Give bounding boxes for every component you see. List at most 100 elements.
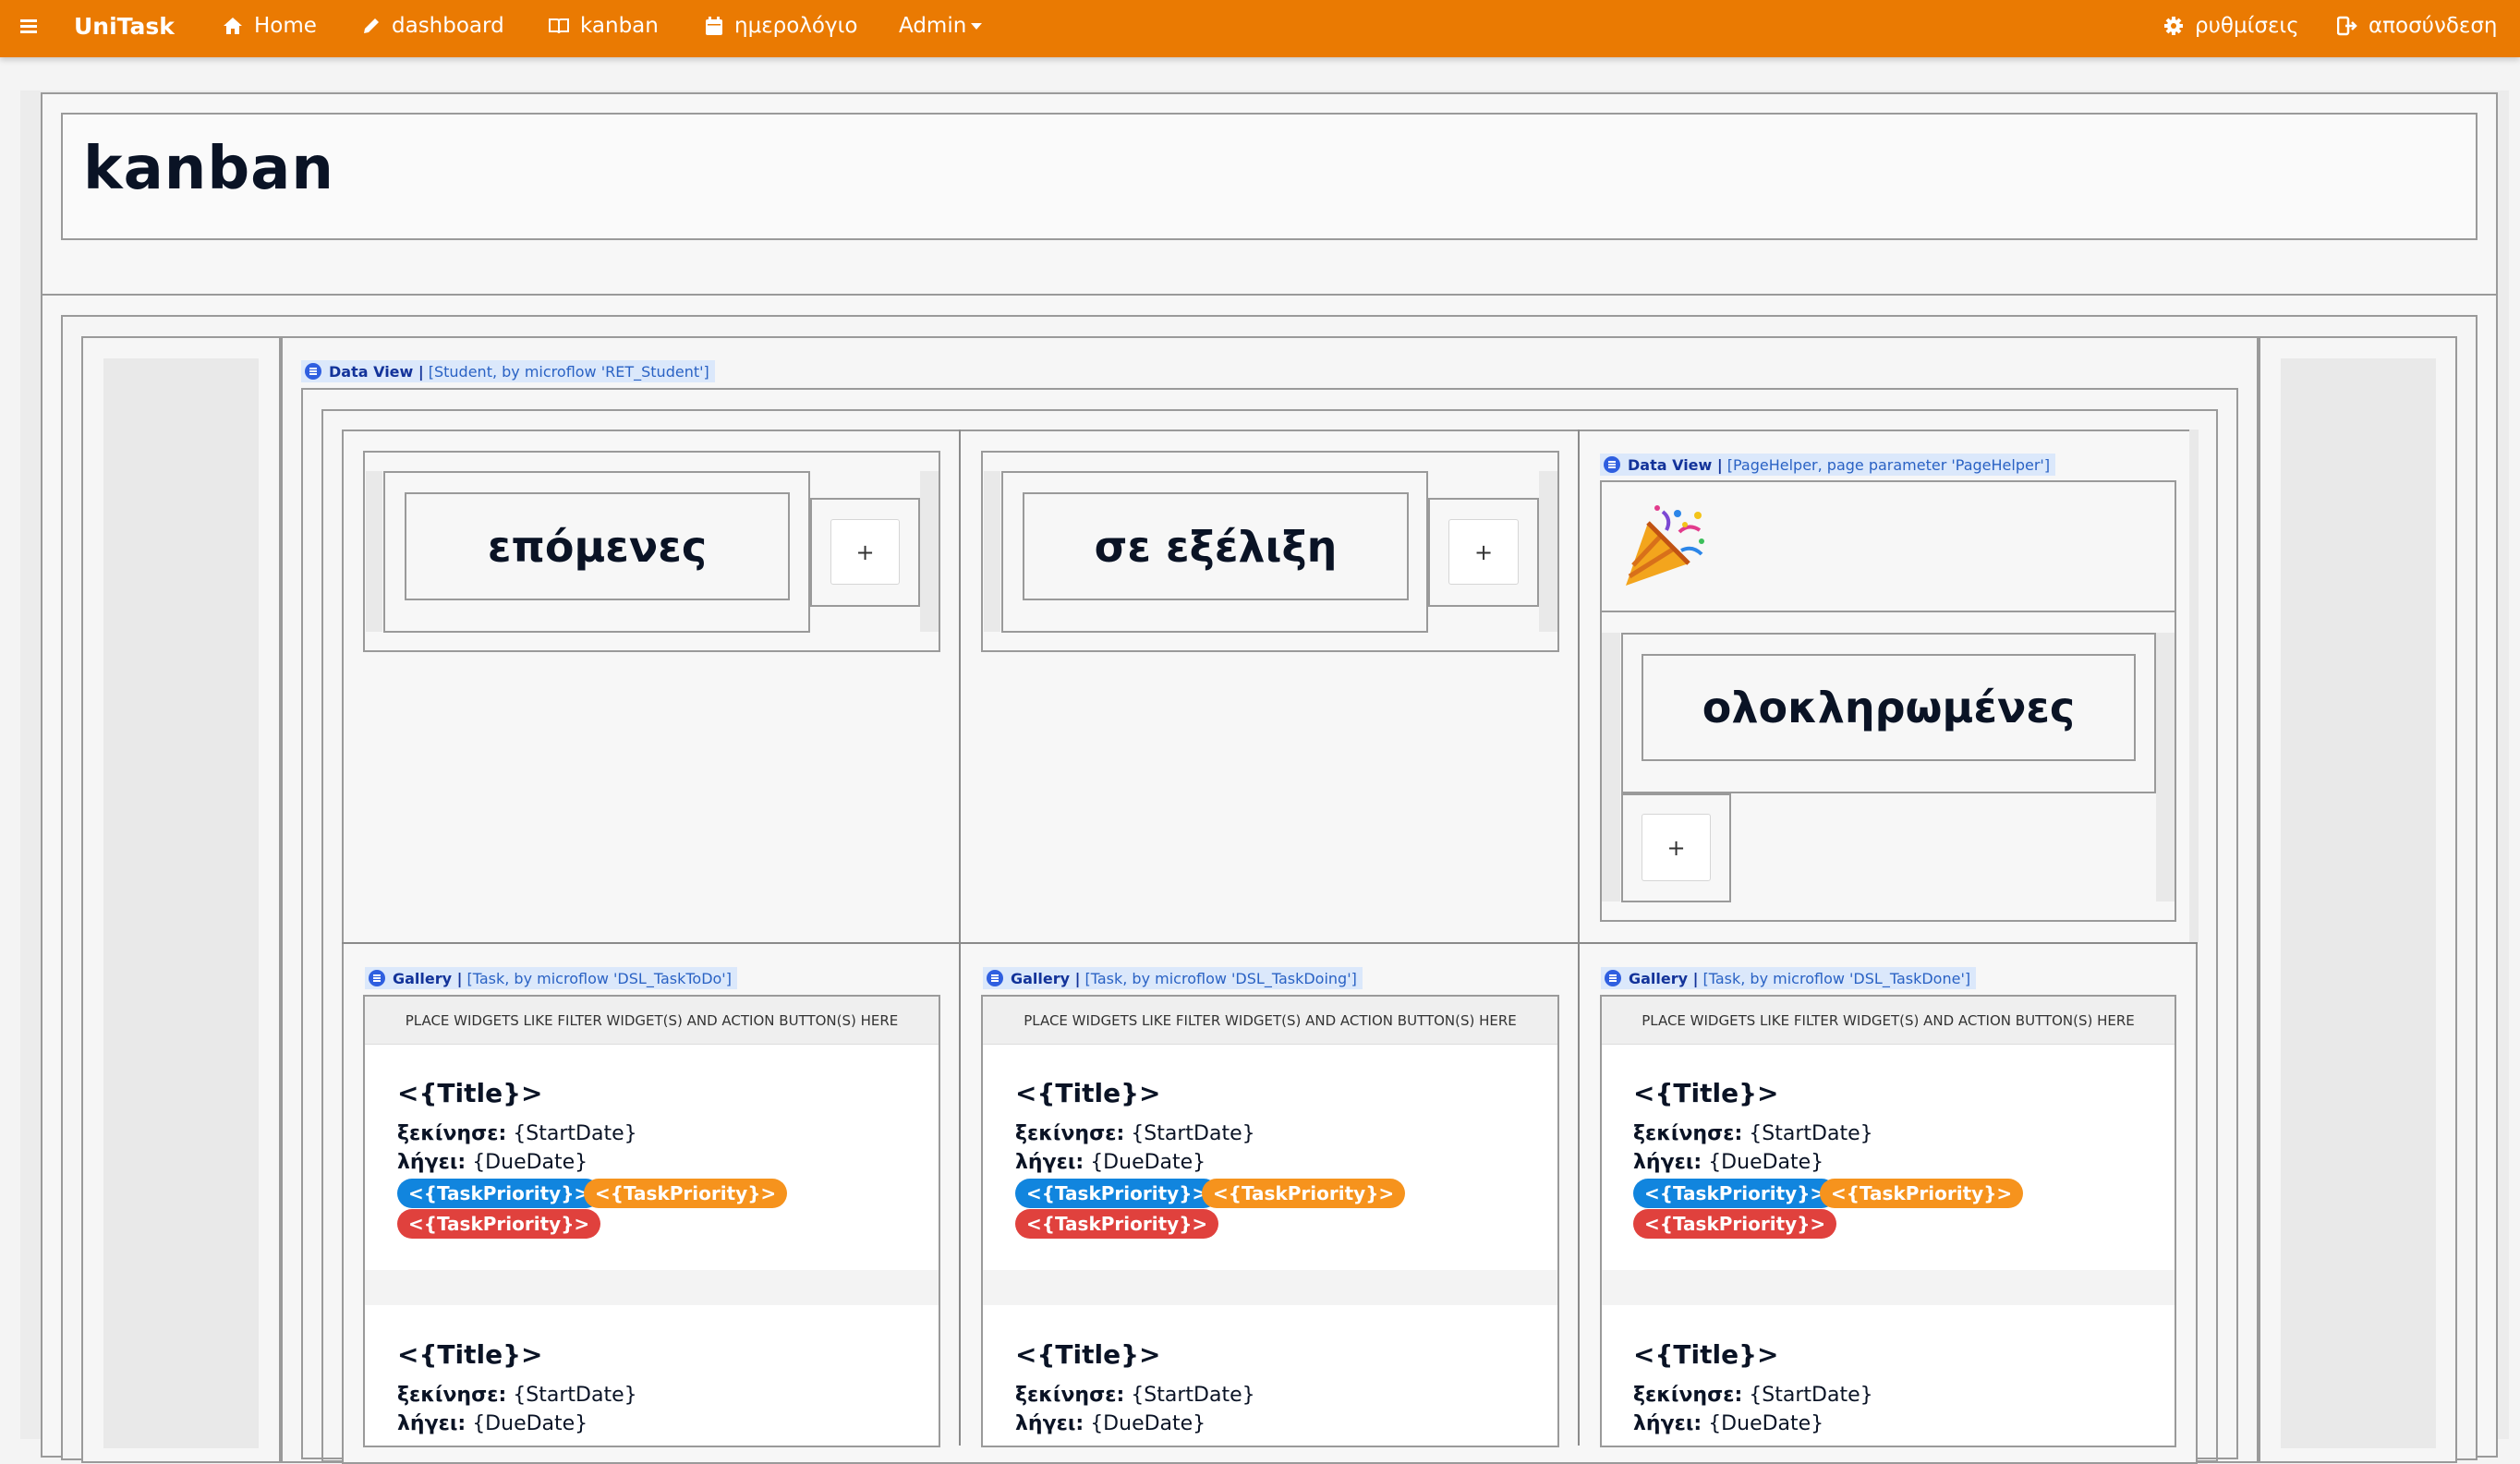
- gallery-item-separator: [1602, 1270, 2175, 1305]
- task-due-line: λήγει: {DueDate}: [397, 1151, 588, 1174]
- task-due-line: λήγει: {DueDate}: [1015, 1412, 1205, 1435]
- gallery-tag-todo: Gallery | [Task, by microflow 'DSL_TaskTo…: [365, 967, 737, 989]
- nav-settings[interactable]: ρυθμίσεις: [2163, 0, 2299, 52]
- brand-logo[interactable]: UniTask: [74, 0, 175, 52]
- due-value: {DueDate}: [1708, 1151, 1824, 1174]
- sign-out-icon: [2337, 16, 2357, 36]
- priority-badge-orange: <{TaskPriority}>: [1820, 1179, 2024, 1208]
- start-label: ξεκίνησε:: [1633, 1122, 1743, 1145]
- nav-calendar-label: ημερολόγιο: [734, 14, 858, 38]
- priority-badge-orange: <{TaskPriority}>: [584, 1179, 788, 1208]
- nav-logout[interactable]: αποσύνδεση: [2337, 0, 2497, 52]
- task-due-line: λήγει: {DueDate}: [1633, 1412, 1823, 1435]
- nav-admin-label: Admin: [899, 14, 967, 38]
- task-start-line: ξεκίνησε: {StartDate}: [397, 1384, 637, 1407]
- dataview-pagehelper-tag: Data View | [PageHelper, page parameter '…: [1600, 454, 2056, 476]
- nav-admin-dropdown[interactable]: Admin: [899, 0, 983, 52]
- book-icon: [549, 18, 569, 34]
- gallery-header-doing: PLACE WIDGETS LIKE FILTER WIDGET(S) AND …: [983, 997, 1557, 1045]
- gallery-source: [Task, by microflow 'DSL_TaskDoing']: [1084, 969, 1357, 987]
- column-title-todo: επόμενες: [405, 492, 790, 600]
- due-value: {DueDate}: [1090, 1151, 1206, 1174]
- due-value: {DueDate}: [1708, 1412, 1824, 1435]
- nav-kanban[interactable]: kanban: [549, 0, 659, 52]
- scroll-gutter: [1602, 633, 1620, 901]
- task-due-line: λήγει: {DueDate}: [397, 1412, 588, 1435]
- celebration-area: [1602, 482, 2175, 611]
- gallery-tag-done: Gallery | [Task, by microflow 'DSL_TaskDo…: [1601, 967, 1977, 989]
- dataview-pagehelper-kind: Data View |: [1628, 455, 1723, 474]
- gallery-item-separator: [365, 1270, 939, 1305]
- caret-down-icon: [971, 22, 983, 30]
- right-side-placeholder: [2281, 358, 2436, 1448]
- column-title-done: ολοκληρωμένες: [1642, 654, 2136, 761]
- priority-badge-orange: <{TaskPriority}>: [1202, 1179, 1406, 1208]
- start-value: {StartDate}: [1749, 1122, 1873, 1145]
- gallery-source: [Task, by microflow 'DSL_TaskToDo']: [466, 969, 732, 987]
- hamburger-icon[interactable]: [20, 0, 48, 52]
- gallery-header-done: PLACE WIDGETS LIKE FILTER WIDGET(S) AND …: [1602, 997, 2175, 1045]
- nav-settings-label: ρυθμίσεις: [2195, 14, 2299, 38]
- gallery-kind: Gallery |: [1011, 969, 1081, 987]
- dataview-student-tag: Data View | [Student, by microflow 'RET_S…: [301, 360, 715, 382]
- due-label: λήγει:: [1633, 1412, 1702, 1435]
- dataview-icon: [1604, 456, 1620, 473]
- dataview-pagehelper-source: [PageHelper, page parameter 'PageHelper'…: [1726, 455, 2051, 474]
- task-title[interactable]: <{Title}>: [1633, 1339, 1778, 1370]
- gallery-kind: Gallery |: [1629, 969, 1699, 987]
- task-start-line: ξεκίνησε: {StartDate}: [397, 1122, 637, 1145]
- nav-dashboard-label: dashboard: [392, 14, 504, 38]
- start-label: ξεκίνησε:: [397, 1384, 507, 1407]
- nav-dashboard[interactable]: dashboard: [362, 0, 504, 52]
- gallery-tag-doing: Gallery | [Task, by microflow 'DSL_TaskDo…: [983, 967, 1363, 989]
- priority-badge-red: <{TaskPriority}>: [1633, 1209, 1837, 1239]
- home-icon: [224, 18, 242, 34]
- gallery-header-todo: PLACE WIDGETS LIKE FILTER WIDGET(S) AND …: [365, 997, 939, 1045]
- column-title-doing: σε εξέλιξη: [1023, 492, 1409, 600]
- due-value: {DueDate}: [472, 1412, 588, 1435]
- start-label: ξεκίνησε:: [1015, 1384, 1125, 1407]
- scroll-gutter: [984, 471, 1000, 632]
- start-label: ξεκίνησε:: [1015, 1122, 1125, 1145]
- task-start-line: ξεκίνησε: {StartDate}: [1633, 1384, 1873, 1407]
- start-value: {StartDate}: [1749, 1384, 1873, 1407]
- task-title[interactable]: <{Title}>: [1633, 1078, 1778, 1108]
- add-task-button-done[interactable]: +: [1642, 814, 1711, 881]
- page-title: kanban: [83, 135, 334, 203]
- priority-badge-blue: <{TaskPriority}>: [397, 1179, 601, 1208]
- add-task-button-doing[interactable]: +: [1448, 519, 1519, 585]
- due-value: {DueDate}: [1090, 1412, 1206, 1435]
- start-value: {StartDate}: [513, 1122, 637, 1145]
- due-label: λήγει:: [397, 1151, 466, 1174]
- task-title[interactable]: <{Title}>: [1015, 1078, 1160, 1108]
- task-title[interactable]: <{Title}>: [397, 1078, 542, 1108]
- nav-kanban-label: kanban: [580, 14, 659, 38]
- dataview-student-source: [Student, by microflow 'RET_Student']: [428, 362, 709, 381]
- task-title[interactable]: <{Title}>: [1015, 1339, 1160, 1370]
- column-divider-2: [1578, 430, 1580, 1446]
- nav-home[interactable]: Home: [223, 0, 317, 52]
- scroll-gutter: [920, 471, 939, 632]
- due-label: λήγει:: [1633, 1151, 1702, 1174]
- task-start-line: ξεκίνησε: {StartDate}: [1015, 1122, 1255, 1145]
- board-scroll-gutter: [2189, 430, 2199, 942]
- nav-calendar[interactable]: ημερολόγιο: [705, 0, 857, 52]
- add-task-button-todo[interactable]: +: [830, 519, 900, 585]
- task-start-line: ξεκίνησε: {StartDate}: [1633, 1122, 1873, 1145]
- gallery-item-separator: [983, 1270, 1557, 1305]
- task-title[interactable]: <{Title}>: [397, 1339, 542, 1370]
- row-divider: [342, 942, 2198, 944]
- top-navbar: UniTask Home dashboard kanban ημερολόγιο…: [0, 0, 2520, 57]
- pencil-icon: [364, 18, 379, 33]
- nav-logout-label: αποσύνδεση: [2369, 14, 2498, 38]
- due-value: {DueDate}: [472, 1151, 588, 1174]
- dataview-icon: [305, 363, 321, 380]
- start-value: {StartDate}: [1131, 1122, 1255, 1145]
- task-due-line: λήγει: {DueDate}: [1015, 1151, 1205, 1174]
- gallery-kind: Gallery |: [393, 969, 463, 987]
- due-label: λήγει:: [397, 1412, 466, 1435]
- start-value: {StartDate}: [1131, 1384, 1255, 1407]
- scroll-gutter: [366, 471, 382, 632]
- scroll-gutter: [1539, 471, 1557, 632]
- priority-badge-red: <{TaskPriority}>: [397, 1209, 601, 1239]
